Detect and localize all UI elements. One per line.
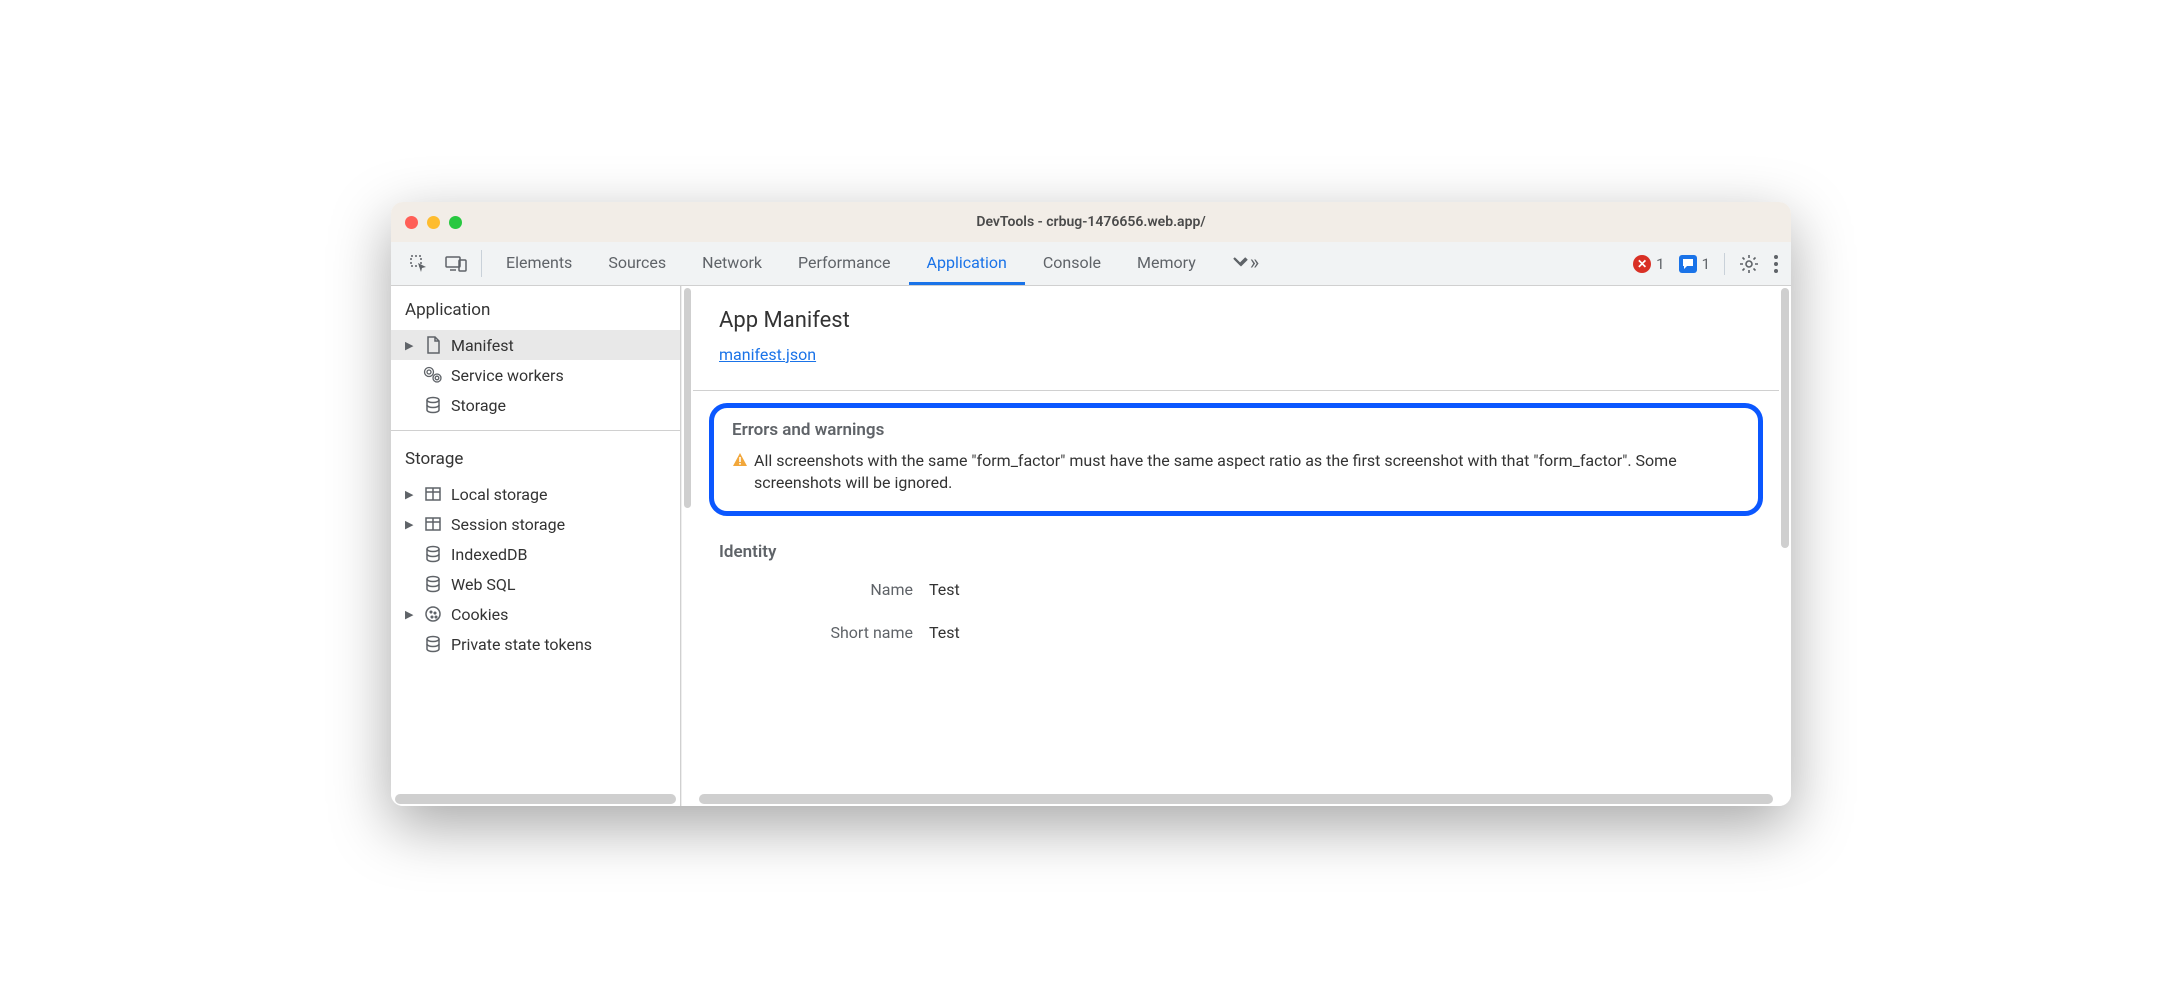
errors-heading: Errors and warnings (732, 420, 1740, 440)
warning-icon (732, 452, 748, 468)
main-vertical-scrollbar[interactable] (1779, 286, 1791, 806)
manifest-link[interactable]: manifest.json (719, 345, 816, 364)
identity-row-short-name: Short name Test (719, 623, 1753, 642)
more-options-icon[interactable] (1773, 254, 1779, 274)
identity-row-name: Name Test (719, 580, 1753, 599)
error-icon: ✕ (1633, 255, 1651, 273)
tab-memory[interactable]: Memory (1119, 242, 1214, 285)
main-horizontal-scrollbar[interactable] (699, 794, 1773, 804)
message-count-badge[interactable]: 1 (1679, 255, 1710, 273)
window-title: DevTools - crbug-1476656.web.app/ (391, 214, 1791, 230)
database-icon (423, 574, 443, 594)
identity-key: Short name (719, 623, 929, 642)
pane-header: App Manifest manifest.json (693, 286, 1779, 376)
inspect-element-icon[interactable] (401, 242, 437, 285)
identity-section: Identity Name Test Short name Test (693, 528, 1779, 680)
sidebar-item-label: Cookies (451, 605, 508, 624)
identity-value: Test (929, 580, 960, 599)
settings-icon[interactable] (1739, 254, 1759, 274)
more-tabs-button[interactable]: » (1214, 242, 1275, 285)
sidebar-item-label: Service workers (451, 366, 564, 385)
message-icon (1679, 255, 1697, 273)
toolbar-divider (1724, 253, 1725, 275)
cookie-icon (423, 604, 443, 624)
section-divider (693, 390, 1779, 391)
tab-network[interactable]: Network (684, 242, 780, 285)
expand-arrow-icon[interactable]: ▶ (405, 518, 415, 531)
titlebar: DevTools - crbug-1476656.web.app/ (391, 202, 1791, 242)
tab-elements[interactable]: Elements (488, 242, 590, 285)
sidebar-item-service-workers[interactable]: ▶ Service workers (391, 360, 680, 390)
sidebar-item-label: Session storage (451, 515, 565, 534)
sidebar-item-label: Web SQL (451, 575, 516, 594)
sidebar-item-session-storage[interactable]: ▶ Session storage (391, 509, 680, 539)
sidebar-vertical-scrollbar[interactable] (681, 286, 693, 806)
warning-text: All screenshots with the same "form_fact… (754, 450, 1740, 495)
gears-icon (423, 365, 443, 385)
sidebar-horizontal-scrollbar[interactable] (395, 794, 676, 804)
identity-key: Name (719, 580, 929, 599)
device-toolbar-icon[interactable] (437, 242, 475, 285)
sidebar-item-label: IndexedDB (451, 545, 527, 564)
table-icon (423, 514, 443, 534)
expand-arrow-icon[interactable]: ▶ (405, 608, 415, 621)
sidebar-item-local-storage[interactable]: ▶ Local storage (391, 479, 680, 509)
main-panel: App Manifest manifest.json Errors and wa… (693, 286, 1791, 806)
sidebar-item-indexeddb[interactable]: ▶ IndexedDB (391, 539, 680, 569)
error-count-badge[interactable]: ✕ 1 (1633, 255, 1664, 273)
errors-warnings-box: Errors and warnings All screenshots with… (709, 403, 1763, 516)
tab-console[interactable]: Console (1025, 242, 1119, 285)
scrollbar-thumb[interactable] (684, 288, 691, 508)
error-count: 1 (1656, 255, 1664, 273)
sidebar-item-storage[interactable]: ▶ Storage (391, 390, 680, 420)
sidebar-item-label: Storage (451, 396, 506, 415)
sidebar-item-private-state-tokens[interactable]: ▶ Private state tokens (391, 629, 680, 659)
toolbar-divider (481, 250, 482, 277)
file-icon (423, 335, 443, 355)
sidebar-section-title: Application (391, 286, 680, 330)
expand-arrow-icon[interactable]: ▶ (405, 339, 415, 352)
panel-tabs: Elements Sources Network Performance App… (488, 242, 1621, 285)
identity-heading: Identity (719, 542, 1753, 562)
toolbar-right: ✕ 1 1 (1621, 242, 1791, 285)
tab-performance[interactable]: Performance (780, 242, 909, 285)
scrollbar-thumb[interactable] (1781, 288, 1789, 548)
identity-value: Test (929, 623, 960, 642)
database-icon (423, 544, 443, 564)
sidebar-divider (391, 430, 680, 431)
panel-body: Application ▶ Manifest ▶ Service workers… (391, 286, 1791, 806)
message-count: 1 (1702, 255, 1710, 273)
devtools-window: DevTools - crbug-1476656.web.app/ Elemen… (391, 202, 1791, 806)
table-icon (423, 484, 443, 504)
database-icon (423, 634, 443, 654)
sidebar-item-label: Manifest (451, 336, 514, 355)
sidebar-section-title: Storage (391, 435, 680, 479)
application-sidebar: Application ▶ Manifest ▶ Service workers… (391, 286, 681, 806)
sidebar-item-web-sql[interactable]: ▶ Web SQL (391, 569, 680, 599)
main-toolbar: Elements Sources Network Performance App… (391, 242, 1791, 286)
sidebar-item-manifest[interactable]: ▶ Manifest (391, 330, 680, 360)
main-scroll-area: App Manifest manifest.json Errors and wa… (693, 286, 1779, 806)
sidebar-item-label: Private state tokens (451, 635, 592, 654)
database-icon (423, 395, 443, 415)
sidebar-item-cookies[interactable]: ▶ Cookies (391, 599, 680, 629)
pane-title: App Manifest (719, 308, 1753, 333)
expand-arrow-icon[interactable]: ▶ (405, 488, 415, 501)
sidebar-item-label: Local storage (451, 485, 547, 504)
tab-application[interactable]: Application (909, 242, 1025, 285)
tab-sources[interactable]: Sources (590, 242, 684, 285)
warning-message: All screenshots with the same "form_fact… (732, 450, 1740, 495)
